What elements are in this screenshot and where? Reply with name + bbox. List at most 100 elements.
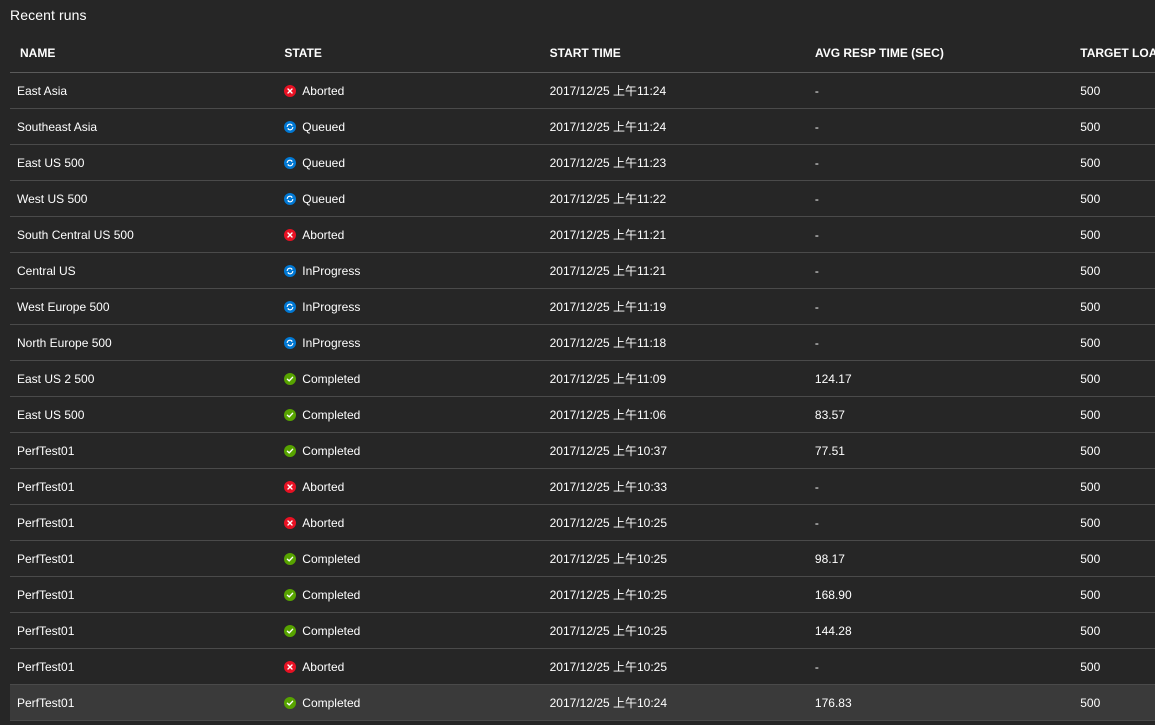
table-row[interactable]: North Europe 500 InProgress 2017/12/25 上午1… — [10, 325, 1155, 361]
run-start-time: 2017/12/25 上午10:25 — [549, 660, 668, 674]
run-target-load: 500 — [1080, 83, 1101, 98]
run-state-label: Aborted — [302, 659, 345, 674]
run-avg-resp-time: 98.17 — [814, 551, 845, 566]
run-start-time: 2017/12/25 上午11:06 — [549, 408, 667, 422]
run-avg-resp-time: - — [814, 155, 819, 170]
run-state: Completed — [284, 408, 549, 422]
run-start-time: 2017/12/25 上午10:25 — [549, 552, 668, 566]
run-name: East US 500 — [17, 155, 85, 170]
run-name: PerfTest01 — [17, 587, 75, 602]
table-row[interactable]: PerfTest01 Completed 2017/12/25 上午10:25 98.… — [10, 541, 1155, 577]
run-name: Southeast Asia — [17, 119, 98, 134]
check-icon — [284, 696, 297, 709]
run-name: PerfTest01 — [17, 443, 75, 458]
run-start-time: 2017/12/25 上午11:09 — [549, 372, 667, 386]
run-start-time: 2017/12/25 上午10:25 — [549, 516, 668, 530]
run-avg-resp-time: 176.83 — [814, 695, 852, 710]
table-row[interactable]: PerfTest01 Aborted 2017/12/25 上午10:25 - 500 — [10, 649, 1155, 685]
run-avg-resp-time: - — [814, 335, 819, 350]
run-name: PerfTest01 — [17, 551, 75, 566]
run-state: Aborted — [284, 516, 549, 530]
run-target-load: 500 — [1080, 515, 1101, 530]
run-state: Queued — [284, 120, 549, 134]
run-state-label: Aborted — [302, 227, 345, 242]
run-start-time: 2017/12/25 上午11:18 — [549, 336, 667, 350]
run-avg-resp-time: - — [814, 227, 819, 242]
run-avg-resp-time: - — [814, 83, 819, 98]
column-header-avg-resp-time[interactable]: AVG RESP TIME (SEC) — [815, 46, 1080, 60]
run-state-label: Completed — [302, 695, 361, 710]
run-state: Aborted — [284, 480, 549, 494]
run-state: Completed — [284, 372, 549, 386]
run-target-load: 500 — [1080, 659, 1101, 674]
runs-table: NAME STATE START TIME AVG RESP TIME (SEC… — [10, 34, 1155, 721]
run-state: Completed — [284, 624, 549, 638]
run-avg-resp-time: 124.17 — [814, 371, 852, 386]
run-state: Completed — [284, 696, 549, 710]
table-row[interactable]: South Central US 500 Aborted 2017/12/25 上午… — [10, 217, 1155, 253]
run-state-label: Aborted — [302, 479, 345, 494]
run-state-label: InProgress — [302, 263, 361, 278]
table-header: NAME STATE START TIME AVG RESP TIME (SEC… — [10, 34, 1155, 73]
run-name: PerfTest01 — [17, 659, 75, 674]
recent-runs-panel: Recent runs NAME STATE START TIME AVG RE… — [0, 0, 1155, 725]
run-state: InProgress — [284, 336, 549, 350]
run-state: Queued — [284, 156, 549, 170]
run-target-load: 500 — [1080, 695, 1101, 710]
error-icon — [284, 228, 297, 241]
sync-icon — [284, 300, 297, 313]
run-name: West US 500 — [17, 191, 88, 206]
run-state: Aborted — [284, 228, 549, 242]
table-row[interactable]: PerfTest01 Aborted 2017/12/25 上午10:25 - 500 — [10, 505, 1155, 541]
run-avg-resp-time: - — [814, 659, 819, 674]
column-header-target-load[interactable]: TARGET LOA — [1080, 46, 1155, 60]
table-row[interactable]: PerfTest01 Completed 2017/12/25 上午10:25 168… — [10, 577, 1155, 613]
check-icon — [284, 444, 297, 457]
run-target-load: 500 — [1080, 407, 1101, 422]
run-target-load: 500 — [1080, 623, 1101, 638]
table-row[interactable]: PerfTest01 Aborted 2017/12/25 上午10:33 - 500 — [10, 469, 1155, 505]
table-row[interactable]: East US 500 Queued 2017/12/25 上午11:23 - 500 — [10, 145, 1155, 181]
table-row[interactable]: East US 500 Completed 2017/12/25 上午11:06 83… — [10, 397, 1155, 433]
sync-icon — [284, 336, 297, 349]
run-target-load: 500 — [1080, 227, 1101, 242]
run-state-label: InProgress — [302, 335, 361, 350]
run-start-time: 2017/12/25 上午11:22 — [549, 192, 667, 206]
table-row[interactable]: Central US InProgress 2017/12/25 上午11:21 - 5… — [10, 253, 1155, 289]
run-name: PerfTest01 — [17, 623, 75, 638]
run-start-time: 2017/12/25 上午10:25 — [549, 588, 668, 602]
table-row[interactable]: PerfTest01 Completed 2017/12/25 上午10:24 176… — [10, 685, 1155, 721]
run-state-label: Queued — [302, 191, 345, 206]
check-icon — [284, 552, 297, 565]
run-avg-resp-time: - — [814, 263, 819, 278]
run-start-time: 2017/12/25 上午11:23 — [549, 156, 667, 170]
panel-title: Recent runs — [10, 7, 87, 23]
sync-icon — [284, 264, 297, 277]
run-name: South Central US 500 — [17, 227, 134, 242]
table-row[interactable]: PerfTest01 Completed 2017/12/25 上午10:25 144… — [10, 613, 1155, 649]
table-row[interactable]: West Europe 500 InProgress 2017/12/25 上午11… — [10, 289, 1155, 325]
check-icon — [284, 588, 297, 601]
table-row[interactable]: East Asia Aborted 2017/12/25 上午11:24 - 500 — [10, 73, 1155, 109]
run-avg-resp-time: - — [814, 479, 819, 494]
table-row[interactable]: PerfTest01 Completed 2017/12/25 上午10:37 77.… — [10, 433, 1155, 469]
run-start-time: 2017/12/25 上午11:19 — [549, 300, 667, 314]
column-header-name[interactable]: NAME — [10, 46, 284, 60]
run-state-label: Completed — [302, 443, 361, 458]
run-state-label: Queued — [302, 155, 345, 170]
table-row[interactable]: West US 500 Queued 2017/12/25 上午11:22 - 500 — [10, 181, 1155, 217]
run-avg-resp-time: 168.90 — [814, 587, 852, 602]
table-row[interactable]: East US 2 500 Completed 2017/12/25 上午11:09… — [10, 361, 1155, 397]
run-state: Queued — [284, 192, 549, 206]
run-target-load: 500 — [1080, 191, 1101, 206]
table-row[interactable]: Southeast Asia Queued 2017/12/25 上午11:24 - 5… — [10, 109, 1155, 145]
run-name: West Europe 500 — [17, 299, 110, 314]
run-target-load: 500 — [1080, 263, 1101, 278]
sync-icon — [284, 120, 297, 133]
check-icon — [284, 624, 297, 637]
column-header-start-time[interactable]: START TIME — [550, 46, 815, 60]
column-header-state[interactable]: STATE — [284, 46, 549, 60]
run-name: PerfTest01 — [17, 515, 75, 530]
run-state-label: Completed — [302, 587, 361, 602]
run-name: East US 500 — [17, 407, 85, 422]
